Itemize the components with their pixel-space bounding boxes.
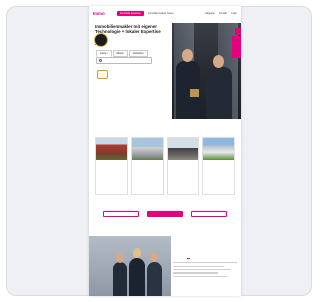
search-tabs: Kaufen Mieten Verkaufen bbox=[96, 50, 148, 57]
tab-kaufen[interactable]: Kaufen bbox=[96, 50, 112, 57]
search-box bbox=[96, 57, 152, 64]
listing-image bbox=[96, 138, 127, 160]
nav-link-1[interactable]: Immobilienmakler finden bbox=[148, 12, 174, 15]
listing-card[interactable] bbox=[130, 137, 164, 195]
hero-title: Immobilienmakler mit eigener Technologie… bbox=[95, 24, 161, 35]
person-figure bbox=[206, 67, 232, 119]
listing-image bbox=[131, 138, 163, 160]
top-nav: Immo Immobilie bewerten Immobilienmakler… bbox=[89, 6, 241, 20]
team-text-block bbox=[173, 256, 237, 277]
text-line bbox=[173, 268, 231, 271]
text-line bbox=[173, 262, 237, 264]
text-line bbox=[173, 265, 225, 267]
nav-link-2[interactable]: Ratgeber bbox=[205, 12, 215, 15]
listing-card[interactable] bbox=[166, 137, 200, 195]
person-head bbox=[213, 55, 224, 68]
team-badge bbox=[187, 257, 190, 259]
nav-cta-button[interactable]: Immobilie bewerten bbox=[117, 10, 144, 16]
person-figure bbox=[129, 258, 145, 296]
hero-accent-shape bbox=[235, 28, 241, 35]
text-line bbox=[173, 272, 218, 274]
listings-grid bbox=[95, 137, 235, 195]
text-line bbox=[173, 275, 228, 277]
listing-card[interactable] bbox=[202, 137, 235, 195]
person-head bbox=[116, 253, 124, 263]
site-logo[interactable]: Immo bbox=[93, 11, 113, 16]
person-head bbox=[150, 252, 158, 262]
person-figure bbox=[113, 262, 127, 296]
cta-button-3[interactable] bbox=[191, 211, 227, 217]
person-figure bbox=[147, 262, 162, 296]
search-input[interactable] bbox=[103, 59, 149, 62]
nav-link-3[interactable]: Kontakt bbox=[219, 12, 227, 15]
team-image bbox=[89, 236, 171, 296]
hero-accent-bar bbox=[232, 36, 241, 58]
trust-badge bbox=[111, 72, 123, 78]
award-seal bbox=[94, 33, 108, 47]
cta-row bbox=[103, 211, 227, 217]
person-head bbox=[182, 49, 193, 62]
search-icon bbox=[99, 59, 102, 62]
nav-link-4[interactable]: Login bbox=[231, 12, 237, 15]
website-preview: Immo Immobilie bewerten Immobilienmakler… bbox=[89, 6, 241, 296]
sign-placard bbox=[190, 89, 199, 97]
cta-button-2[interactable] bbox=[147, 211, 183, 217]
listing-image bbox=[203, 138, 234, 160]
person-head bbox=[133, 248, 141, 258]
cta-button-1[interactable] bbox=[103, 211, 139, 217]
tab-mieten[interactable]: Mieten bbox=[112, 50, 128, 57]
listing-image bbox=[167, 138, 199, 160]
rating-badge bbox=[97, 70, 108, 79]
hero-image bbox=[172, 23, 241, 119]
tab-verkaufen[interactable]: Verkaufen bbox=[128, 50, 148, 57]
listing-card[interactable] bbox=[95, 137, 128, 195]
